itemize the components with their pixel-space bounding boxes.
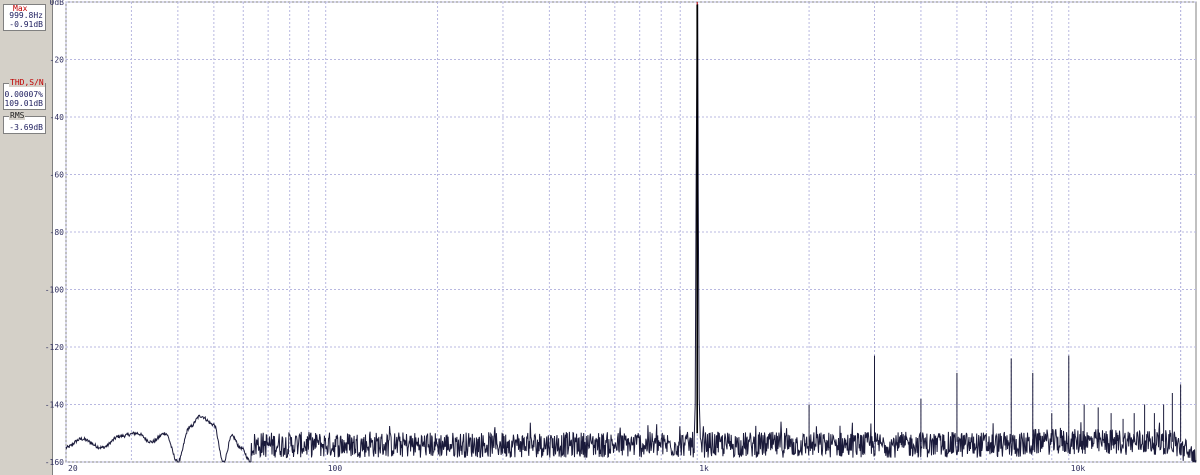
y-tick-label: -100 [45, 286, 64, 295]
y-tick-label: -40 [50, 113, 65, 122]
spectrum-chart: 0dB -20 -40 -60 -80 -100 -120 -140 -160 20 100 1k 10… [45, 0, 1197, 473]
x-tick-label: 100 [328, 464, 343, 473]
y-tick-label: -20 [50, 56, 65, 65]
y-tick-label: -160 [45, 458, 64, 467]
x-tick-label: 10k [1071, 464, 1086, 473]
y-tick-label: 0dB [50, 0, 65, 7]
y-tick-label: -120 [45, 343, 64, 352]
y-tick-label: -140 [45, 401, 64, 410]
y-tick-label: -80 [50, 228, 65, 237]
x-tick-label: 1k [699, 464, 709, 473]
y-tick-label: -60 [50, 171, 65, 180]
x-tick-label: 20 [68, 464, 78, 473]
